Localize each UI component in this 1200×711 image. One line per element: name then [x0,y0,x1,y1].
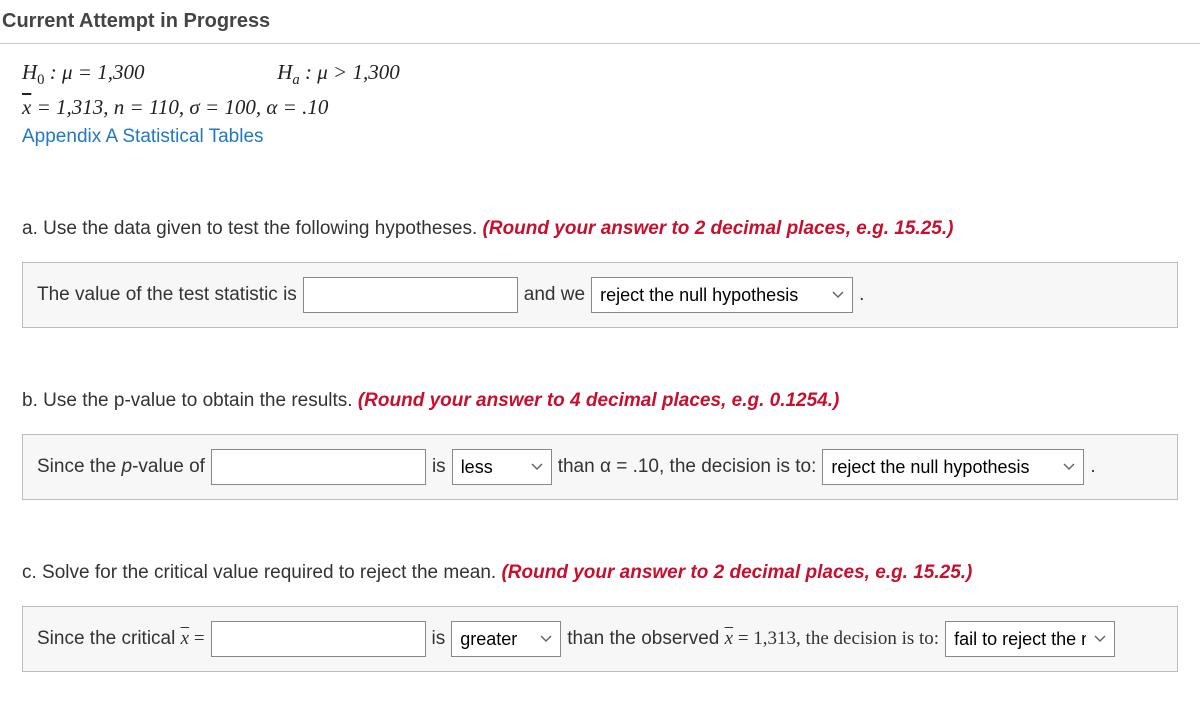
c-label-xbar: x [181,628,189,650]
appendix-link[interactable]: Appendix A Statistical Tables [22,126,1178,148]
b-prompt: b. Use the p-value to obtain the results… [22,390,358,411]
page-title: Current Attempt in Progress [0,0,1200,44]
ha-sub: a [292,72,299,88]
xbar-symbol: x [22,95,31,120]
ha-rest: : μ > 1,300 [300,60,400,84]
a-prompt: a. Use the data given to test the follow… [22,218,483,239]
c-label-prefix: Since the critical [37,628,181,649]
ha-prefix: H [277,60,292,84]
b-label-suffix: -value of [132,456,205,477]
a-mid: and we [524,284,585,306]
b-prompt-red: (Round your answer to 4 decimal places, … [358,390,840,411]
b-answer-row: Since the p-value of is less than α = .1… [22,434,1178,500]
a-test-statistic-input[interactable] [303,277,518,313]
c-mid1: is [432,628,446,650]
c-prompt-red: (Round your answer to 2 decimal places, … [501,562,972,583]
a-label: The value of the test statistic is [37,284,297,306]
part-a: a. Use the data given to test the follow… [0,200,1200,328]
b-pvalue-input[interactable] [211,449,426,485]
b-comparison-select[interactable]: less [452,449,552,485]
stats-line: = 1,313, n = 110, σ = 100, α = .10 [31,95,328,119]
part-b: b. Use the p-value to obtain the results… [0,372,1200,500]
b-mid1: is [432,456,446,478]
c-decision-select[interactable]: fail to reject the n [945,621,1115,657]
b-label-p: p [122,456,133,477]
a-prompt-red: (Round your answer to 2 decimal places, … [483,218,954,239]
c-comparison-select[interactable]: greater [451,621,561,657]
c-critical-input[interactable] [211,621,426,657]
h0-prefix: H [22,60,37,84]
c-mid2-pre: than the observed [567,628,724,649]
h0-sub: 0 [37,72,44,88]
b-decision-select[interactable]: reject the null hypothesis [822,449,1084,485]
b-tail: . [1090,456,1095,478]
b-label-prefix: Since the [37,456,122,477]
c-answer-row: Since the critical x = is greater than t… [22,606,1178,672]
a-decision-select[interactable]: reject the null hypothesis [591,277,853,313]
b-mid2: than α = .10, the decision is to: [558,456,817,478]
given-block: H0 : μ = 1,300 Ha : μ > 1,300 x = 1,313,… [0,44,1200,156]
a-tail: . [859,284,864,306]
c-label-suffix: = [189,628,204,649]
c-prompt: c. Solve for the critical value required… [22,562,501,583]
c-mid2-post: = 1,313, the decision is to: [733,628,939,649]
a-answer-row: The value of the test statistic is and w… [22,262,1178,328]
h0-rest: : μ = 1,300 [45,60,145,84]
c-mid2-xbar: x [725,628,733,650]
part-c: c. Solve for the critical value required… [0,544,1200,672]
